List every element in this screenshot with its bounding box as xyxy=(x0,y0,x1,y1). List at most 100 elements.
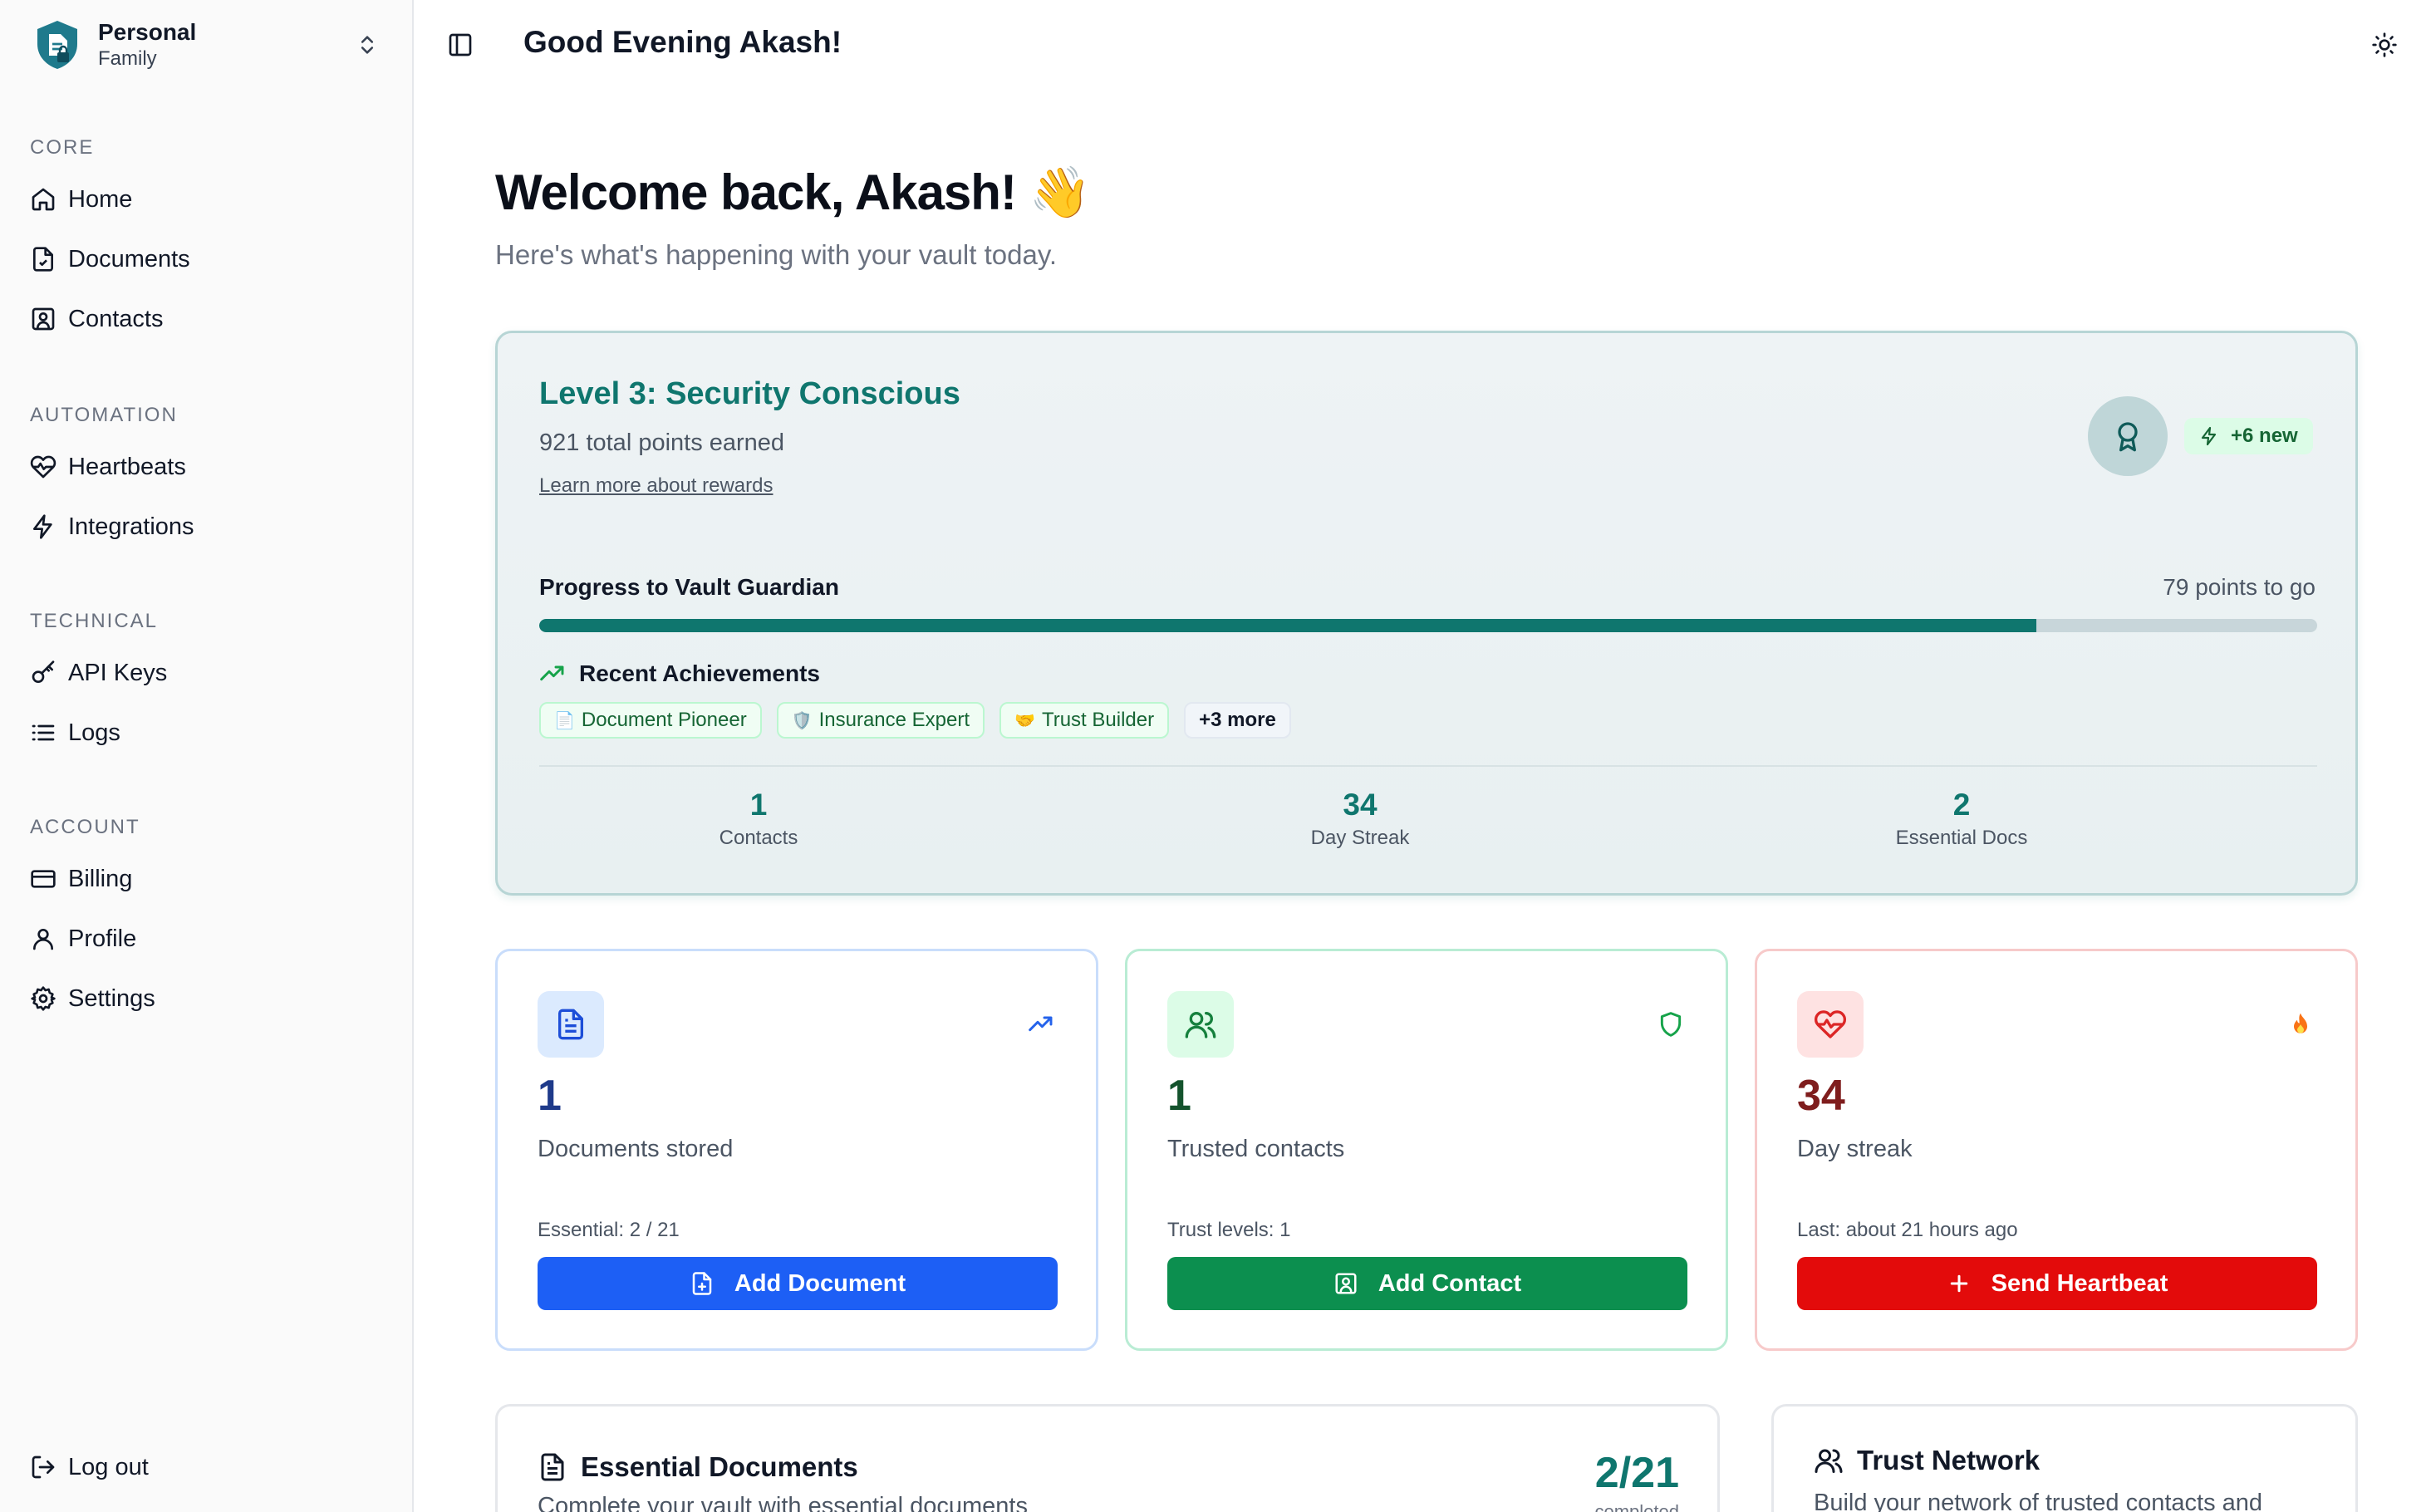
award-icon xyxy=(2088,396,2168,476)
sidebar-item-profile[interactable]: Profile xyxy=(30,909,387,969)
level-title: Level 3: Security Conscious xyxy=(539,376,960,411)
trending-up-icon xyxy=(1026,1009,1056,1039)
achievement-badge[interactable]: 🛡️ Insurance Expert xyxy=(776,702,985,739)
document-icon xyxy=(538,991,604,1058)
send-heartbeat-button[interactable]: Send Heartbeat xyxy=(1797,1257,2317,1310)
nav-heading-account: ACCOUNT xyxy=(30,816,140,838)
achievement-label: Trust Builder xyxy=(1041,709,1155,731)
achievement-badges: 📄 Document Pioneer 🛡️ Insurance Expert 🤝… xyxy=(539,702,1306,739)
logout-icon xyxy=(32,1456,55,1479)
welcome-subtitle: Here's what's happening with your vault … xyxy=(495,239,1058,270)
documents-label: Documents stored xyxy=(538,1136,734,1162)
essential-documents-title-label: Essential Documents xyxy=(581,1451,858,1482)
sidebar-item-logs[interactable]: Logs xyxy=(30,703,387,763)
list-icon xyxy=(32,724,55,741)
users-icon xyxy=(1815,1449,1843,1473)
sidebar-item-billing[interactable]: Billing xyxy=(30,849,387,909)
essential-documents-subtitle: Complete your vault with essential docum… xyxy=(538,1493,1028,1512)
add-document-button[interactable]: Add Document xyxy=(538,1257,1058,1310)
sidebar-item-label: Settings xyxy=(68,984,155,1012)
nav-section-automation: AUTOMATION Heartbeats Integrations xyxy=(30,400,387,557)
trending-up-icon xyxy=(540,665,564,681)
sidebar-item-integrations[interactable]: Integrations xyxy=(30,497,387,557)
heartbeat-card: 34 Day streak Last: about 21 hours ago S… xyxy=(1755,949,2358,1351)
achievement-badge[interactable]: 🤝 Trust Builder xyxy=(999,702,1170,739)
plus-icon xyxy=(1950,1274,1967,1293)
gear-icon xyxy=(31,986,56,1011)
stat-value: 34 xyxy=(1343,788,1378,822)
new-points-badge: +6 new xyxy=(2184,418,2313,454)
sidebar-item-api-keys[interactable]: API Keys xyxy=(30,643,387,703)
sidebar-item-label: Home xyxy=(68,185,133,213)
new-points-label: +6 new xyxy=(2231,425,2298,447)
users-icon xyxy=(1167,991,1234,1058)
sidebar-item-label: Contacts xyxy=(68,305,164,332)
sidebar-item-contacts[interactable]: Contacts xyxy=(30,289,387,349)
stat-value: 1 xyxy=(749,788,768,822)
workspace-switcher[interactable]: Personal Family xyxy=(30,15,384,75)
documents-card: 1 Documents stored Essential: 2 / 21 Add… xyxy=(495,949,1098,1351)
document-icon xyxy=(33,247,53,272)
heartbeat-icon xyxy=(30,455,56,479)
essential-documents-title: Essential Documents xyxy=(538,1451,858,1483)
stat-label: Day Streak xyxy=(1310,827,1410,849)
documents-meta: Essential: 2 / 21 xyxy=(538,1219,680,1241)
file-plus-icon xyxy=(692,1272,712,1295)
sidebar-item-home[interactable]: Home xyxy=(30,169,387,229)
level-points: 921 total points earned xyxy=(539,430,785,456)
page-greeting: Good Evening Akash! xyxy=(523,25,842,59)
nav-section-technical: TECHNICAL API Keys Logs xyxy=(30,606,387,763)
rewards-link[interactable]: Learn more about rewards xyxy=(539,474,773,498)
user-icon xyxy=(33,929,53,950)
progress-label: Progress to Vault Guardian xyxy=(539,574,839,600)
sidebar-item-label: Documents xyxy=(68,245,190,272)
more-achievements-badge[interactable]: +3 more xyxy=(1184,702,1291,739)
contacts-icon xyxy=(32,307,55,331)
points-to-go: 79 points to go xyxy=(2163,574,2316,600)
stat-day-streak: 34 Day Streak xyxy=(1152,787,1568,853)
trust-network-title: Trust Network xyxy=(1814,1445,2040,1476)
nav-section-account: ACCOUNT Billing Profile Settings xyxy=(30,812,387,1028)
lightning-icon xyxy=(2201,426,2217,446)
progress-bar-fill xyxy=(539,619,2036,632)
welcome-title: Welcome back, Akash! 👋 xyxy=(495,164,1091,220)
achievement-label: Insurance Expert xyxy=(818,709,970,731)
sidebar: Personal Family CORE Home Documents Cont… xyxy=(0,0,414,1512)
achievement-emoji: 🤝 xyxy=(1014,711,1035,730)
shield-icon xyxy=(1656,1009,1686,1039)
credit-card-icon xyxy=(31,870,56,888)
streak-count: 34 xyxy=(1797,1072,1845,1120)
fire-icon xyxy=(2286,1009,2316,1039)
contacts-icon xyxy=(1335,1273,1357,1294)
contacts-count: 1 xyxy=(1167,1072,1191,1120)
essential-documents-card: Essential Documents Complete your vault … xyxy=(495,1404,1720,1512)
sidebar-item-label: Integrations xyxy=(68,513,194,540)
workspace-plan: Family xyxy=(98,47,157,70)
heartbeat-icon xyxy=(1797,991,1864,1058)
sidebar-item-heartbeats[interactable]: Heartbeats xyxy=(30,437,387,497)
sidebar-item-label: Profile xyxy=(68,925,137,952)
chevron-up-down-icon[interactable] xyxy=(351,28,384,61)
app-logo-icon xyxy=(30,17,85,72)
achievement-badge[interactable]: 📄 Document Pioneer xyxy=(539,702,762,739)
achievement-emoji: 📄 xyxy=(554,711,575,730)
stat-label: Essential Docs xyxy=(1895,827,2028,849)
logout-button[interactable]: Log out xyxy=(30,1437,149,1497)
trust-network-card: Trust Network Build your network of trus… xyxy=(1771,1404,2358,1512)
progress-bar xyxy=(539,619,2317,632)
stat-contacts: 1 Contacts xyxy=(551,787,966,853)
add-contact-button[interactable]: Add Contact xyxy=(1167,1257,1687,1310)
workspace-text: Personal Family xyxy=(98,18,351,71)
sidebar-item-label: API Keys xyxy=(68,659,168,686)
sun-icon[interactable] xyxy=(2368,28,2401,61)
divider xyxy=(539,765,2317,767)
nav-section-core: CORE Home Documents Contacts xyxy=(30,133,387,349)
sidebar-item-settings[interactable]: Settings xyxy=(30,969,387,1028)
sidebar-toggle-icon[interactable] xyxy=(444,28,477,61)
sidebar-item-label: Heartbeats xyxy=(68,453,186,480)
sidebar-item-documents[interactable]: Documents xyxy=(30,229,387,289)
workspace-name: Personal xyxy=(98,19,197,45)
trust-network-title-label: Trust Network xyxy=(1857,1445,2041,1475)
streak-meta: Last: about 21 hours ago xyxy=(1797,1219,2018,1241)
essential-documents-count-label: completed xyxy=(1594,1501,1679,1512)
